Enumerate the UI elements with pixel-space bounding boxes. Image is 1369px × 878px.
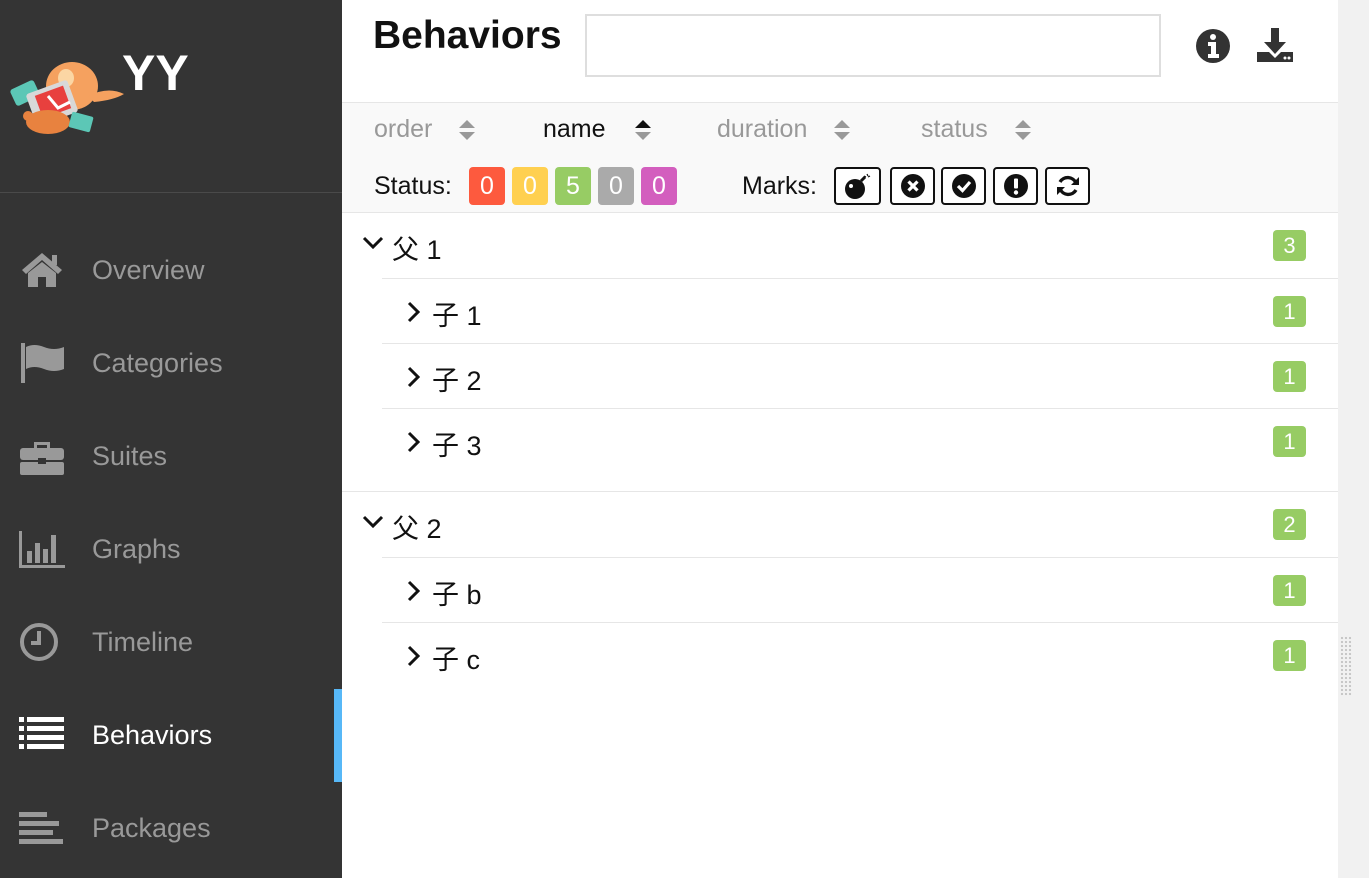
nav-item-packages[interactable]: Packages xyxy=(0,782,342,875)
nav-label: Behaviors xyxy=(92,720,213,750)
nav-item-overview[interactable]: Overview xyxy=(0,224,342,317)
info-icon[interactable] xyxy=(1193,26,1233,66)
nav-item-suites[interactable]: Suites xyxy=(0,410,342,503)
chevron-right-icon xyxy=(407,366,420,388)
nav-label: Packages xyxy=(92,813,211,843)
item-name: 子 2 xyxy=(432,366,482,396)
chevron-right-icon xyxy=(407,301,420,323)
sort-label: status xyxy=(921,115,988,143)
passed-count-badge: 1 xyxy=(1273,640,1306,671)
main-pane: Behaviors order name duration status Sta… xyxy=(342,0,1338,878)
refresh-icon xyxy=(1056,175,1079,197)
bomb-icon xyxy=(844,173,870,199)
sort-icon xyxy=(1014,119,1031,140)
mark-new-passed-toggle[interactable] xyxy=(941,167,986,205)
nav-label: Suites xyxy=(92,441,168,471)
flag-icon xyxy=(21,343,64,383)
side-pane-rail xyxy=(1338,0,1369,878)
tree-group-header[interactable]: 父 2 2 xyxy=(342,492,1338,557)
sort-name[interactable]: name xyxy=(543,115,652,144)
group-name: 父 2 xyxy=(392,514,442,544)
nav-item-timeline[interactable]: Timeline xyxy=(0,596,342,689)
status-passed-toggle[interactable]: 5 xyxy=(555,167,591,205)
sort-label: order xyxy=(374,115,433,143)
sidebar-nav: Overview Categories Suites Graphs Timeli… xyxy=(0,224,342,875)
sort-label: name xyxy=(543,115,606,143)
tree-group-header[interactable]: 父 1 3 xyxy=(342,213,1338,278)
page-title: Behaviors xyxy=(373,14,562,57)
nav-label: Overview xyxy=(92,255,205,285)
nav-label: Timeline xyxy=(92,627,194,657)
mark-new-failed-toggle[interactable] xyxy=(890,167,935,205)
sort-asc-icon xyxy=(634,119,651,140)
tree-item[interactable]: 子 2 1 xyxy=(382,343,1338,408)
tree-item[interactable]: 子 c 1 xyxy=(382,622,1338,687)
chevron-right-icon xyxy=(407,645,420,667)
align-left-icon xyxy=(19,812,63,844)
nav-item-categories[interactable]: Categories xyxy=(0,317,342,410)
passed-count-badge: 3 xyxy=(1273,230,1306,261)
item-name: 子 1 xyxy=(432,301,482,331)
sidebar: YY Overview Categories Suites Graphs Tim… xyxy=(0,0,342,878)
briefcase-icon xyxy=(20,442,64,475)
chevron-right-icon xyxy=(407,580,420,602)
sort-label: duration xyxy=(717,115,808,143)
status-broken-toggle[interactable]: 0 xyxy=(512,167,548,205)
nav-label: Categories xyxy=(92,348,223,378)
home-icon xyxy=(22,253,62,287)
tree-item[interactable]: 子 3 1 xyxy=(382,408,1338,473)
mark-flaky-toggle[interactable] xyxy=(834,167,881,205)
mark-new-broken-toggle[interactable] xyxy=(993,167,1038,205)
item-name: 子 c xyxy=(432,645,481,675)
tree-item[interactable]: 子 1 1 xyxy=(382,278,1338,343)
status-unknown-toggle[interactable]: 0 xyxy=(641,167,677,205)
clock-icon xyxy=(20,623,58,661)
nav-item-behaviors[interactable]: Behaviors xyxy=(0,689,342,782)
download-icon[interactable] xyxy=(1255,26,1295,66)
item-name: 子 b xyxy=(432,580,482,610)
status-failed-toggle[interactable]: 0 xyxy=(469,167,505,205)
sort-status[interactable]: status xyxy=(921,115,1032,144)
passed-count-badge: 1 xyxy=(1273,361,1306,392)
nav-label: Graphs xyxy=(92,534,181,564)
resize-handle[interactable] xyxy=(1340,636,1352,696)
tree-toolbar: order name duration status Status: 0 0 5… xyxy=(342,103,1338,213)
mark-retries-toggle[interactable] xyxy=(1045,167,1090,205)
passed-count-badge: 2 xyxy=(1273,509,1306,540)
pane-header: Behaviors xyxy=(342,0,1338,103)
sort-icon xyxy=(459,119,476,140)
tree-group: 父 2 2 子 b 1 子 c 1 xyxy=(342,492,1338,687)
search-input[interactable] xyxy=(585,14,1161,77)
group-divider xyxy=(342,473,1338,492)
exclamation-circle-icon xyxy=(1003,174,1028,198)
sort-order[interactable]: order xyxy=(374,115,476,144)
tree-item[interactable]: 子 b 1 xyxy=(382,557,1338,622)
chevron-down-icon xyxy=(362,236,384,250)
nav-item-graphs[interactable]: Graphs xyxy=(0,503,342,596)
brand: YY xyxy=(0,0,342,193)
tree-group: 父 1 3 子 1 1 子 2 1 子 3 1 xyxy=(342,213,1338,492)
passed-count-badge: 1 xyxy=(1273,575,1306,606)
group-name: 父 1 xyxy=(392,235,442,265)
status-label: Status: xyxy=(374,172,452,200)
check-circle-icon xyxy=(951,174,976,198)
status-skipped-toggle[interactable]: 0 xyxy=(598,167,634,205)
logo-icon xyxy=(10,62,124,134)
behaviors-tree: 父 1 3 子 1 1 子 2 1 子 3 1 父 2 2 子 b 1 子 c … xyxy=(342,213,1338,687)
bar-chart-icon xyxy=(19,531,65,568)
chevron-right-icon xyxy=(407,431,420,453)
sort-icon xyxy=(834,119,851,140)
chevron-down-icon xyxy=(362,515,384,529)
passed-count-badge: 1 xyxy=(1273,296,1306,327)
item-name: 子 3 xyxy=(432,431,482,461)
marks-label: Marks: xyxy=(742,172,817,200)
list-icon xyxy=(19,717,64,749)
brand-title: YY xyxy=(122,45,189,101)
sort-duration[interactable]: duration xyxy=(717,115,851,144)
times-circle-icon xyxy=(900,174,925,198)
passed-count-badge: 1 xyxy=(1273,426,1306,457)
